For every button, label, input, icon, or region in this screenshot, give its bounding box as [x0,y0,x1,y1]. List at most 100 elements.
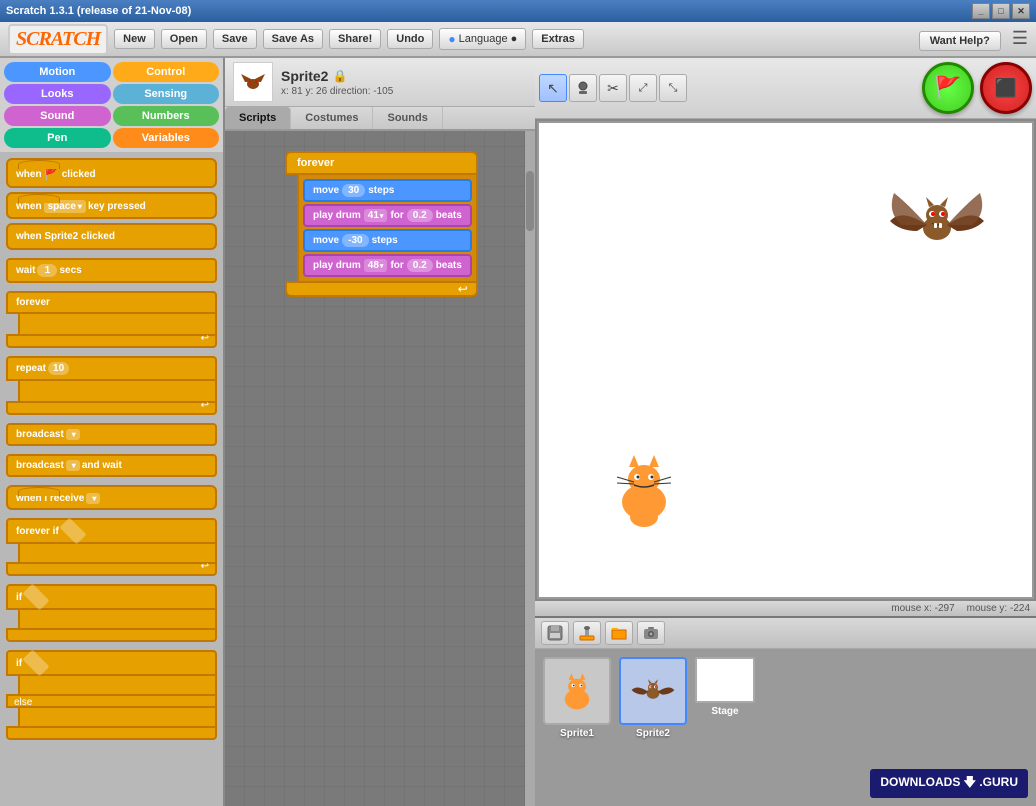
move1-block[interactable]: move 30 steps [303,179,472,202]
when-clicked-block[interactable]: when 🚩 clicked [6,158,217,188]
if-block-container: if [6,584,217,642]
help-button[interactable]: Want Help? [919,31,1001,51]
scripts-tab[interactable]: Scripts [225,107,291,129]
scrollbar-thumb[interactable] [526,171,534,231]
extras-button[interactable]: Extras [532,29,584,49]
stage-item[interactable]: Stage [695,657,755,717]
middle-panel: Sprite2 🔒 x: 81 y: 26 direction: -105 Sc… [225,58,535,806]
sensing-category[interactable]: Sensing [113,84,220,104]
save-sprite-icon [546,624,564,642]
save-as-button[interactable]: Save As [263,29,323,49]
forever-if-block[interactable]: forever if [6,518,217,544]
sprite1-item[interactable]: Sprite1 [543,657,611,739]
sprite2-item[interactable]: Sprite2 [619,657,687,739]
select-tool[interactable]: ↖ [539,74,567,102]
sprite1-thumbnail[interactable] [543,657,611,725]
main-content: Motion Control Looks Sensing Sound Numbe… [0,58,1036,806]
script-tabs: Scripts Costumes Sounds [225,107,535,131]
broadcast-block[interactable]: broadcast [6,423,217,446]
sprite-coords: x: 81 y: 26 direction: -105 [281,86,527,97]
left-panel: Motion Control Looks Sensing Sound Numbe… [0,58,225,806]
camera-sprite-button[interactable] [637,621,665,645]
sprite2-label: Sprite2 [636,728,670,739]
flag-stop-group: 🚩 ⬛ [922,62,1032,114]
undo-button[interactable]: Undo [387,29,433,49]
stage-info: mouse x: -297 mouse y: -224 [535,601,1036,616]
variables-category[interactable]: Variables [113,128,220,148]
motion-category[interactable]: Motion [4,62,111,82]
lock-icon: 🔒 [332,69,347,83]
open-button[interactable]: Open [161,29,207,49]
sprite-name: Sprite2 [281,68,328,84]
shrink-tool[interactable]: ⤡ [659,74,687,102]
folder-icon [610,624,628,642]
stamp-icon [575,80,591,96]
share-button[interactable]: Share! [329,29,381,49]
drum2-block[interactable]: play drum 48 for 0.2 beats [303,254,472,277]
bat-sprite [882,173,992,273]
minimize-button[interactable]: _ [972,3,990,19]
forever-block[interactable]: forever [6,291,217,314]
forever-script-block[interactable]: forever [285,151,478,175]
forever-end-block: ↩ [285,281,478,297]
repeat-block[interactable]: repeat 10 [6,356,217,381]
green-flag-button[interactable]: 🚩 [922,62,974,114]
new-button[interactable]: New [114,29,155,49]
costumes-tab[interactable]: Costumes [291,107,373,129]
drum1-block[interactable]: play drum 41 for 0.2 beats [303,204,472,227]
sprite1-label: Sprite1 [560,728,594,739]
menu-icon[interactable]: ☰ [1012,28,1028,48]
sprite-thumbnail [233,62,273,102]
if-block[interactable]: if [6,584,217,610]
sound-category[interactable]: Sound [4,106,111,126]
stage-label: Stage [711,706,738,717]
stage-tool-group: ↖ ✂ ⤢ ⤡ [539,74,687,102]
repeat-block-container: repeat 10 ↩ [6,356,217,415]
stop-button[interactable]: ⬛ [980,62,1032,114]
scripts-canvas[interactable]: forever move 30 steps play drum 41 for [225,131,535,806]
maximize-button[interactable]: □ [992,3,1010,19]
toolbar: SCRATCH New Open Save Save As Share! Und… [0,22,1036,58]
sprite-header: Sprite2 🔒 x: 81 y: 26 direction: -105 [225,58,535,107]
numbers-category[interactable]: Numbers [113,106,220,126]
scripts-scrollbar[interactable] [525,131,535,806]
paint-icon [578,624,596,642]
when-receive-block[interactable]: when I receive [6,485,217,510]
save-sprite-button[interactable] [541,621,569,645]
wait-secs-block[interactable]: wait 1 secs [6,258,217,283]
if-else-block[interactable]: if [6,650,217,676]
close-button[interactable]: ✕ [1012,3,1030,19]
camera-icon [642,624,660,642]
mouse-x-label: mouse x: -297 [891,603,954,614]
scissors-tool[interactable]: ✂ [599,74,627,102]
sprite2-thumbnail[interactable] [619,657,687,725]
cat-sprite [599,447,689,527]
window-title: Scratch 1.3.1 (release of 21-Nov-08) [6,5,191,17]
grow-tool[interactable]: ⤢ [629,74,657,102]
sprite1-cat-icon [552,666,602,716]
move2-block[interactable]: move -30 steps [303,229,472,252]
stamp-tool[interactable] [569,74,597,102]
sounds-tab[interactable]: Sounds [373,107,442,129]
when-key-pressed-block[interactable]: when space key pressed [6,192,217,219]
blocks-area: when 🚩 clicked when space key pressed wh… [0,152,223,806]
stage-canvas[interactable] [537,121,1034,599]
language-button[interactable]: ● Language ● [439,28,526,50]
block-categories: Motion Control Looks Sensing Sound Numbe… [0,58,223,152]
pen-category[interactable]: Pen [4,128,111,148]
looks-category[interactable]: Looks [4,84,111,104]
watermark: DOWNLOADS 🡇 .GURU [870,769,1028,798]
control-category[interactable]: Control [113,62,220,82]
broadcast-wait-block[interactable]: broadcast and wait [6,454,217,477]
toolbar-right: Want Help? ☰ [919,28,1028,51]
save-button[interactable]: Save [213,29,257,49]
stage-thumbnail[interactable] [695,657,755,703]
folder-sprite-button[interactable] [605,621,633,645]
when-sprite-clicked-block[interactable]: when Sprite2 clicked [6,223,217,250]
globe-icon: ● [448,32,455,46]
mouse-y-label: mouse y: -224 [967,603,1030,614]
bat-icon [235,66,271,98]
right-panel: ↖ ✂ ⤢ ⤡ 🚩 ⬛ [535,58,1036,806]
stage-controls: ↖ ✂ ⤢ ⤡ 🚩 ⬛ [535,58,1036,119]
paint-sprite-button[interactable] [573,621,601,645]
